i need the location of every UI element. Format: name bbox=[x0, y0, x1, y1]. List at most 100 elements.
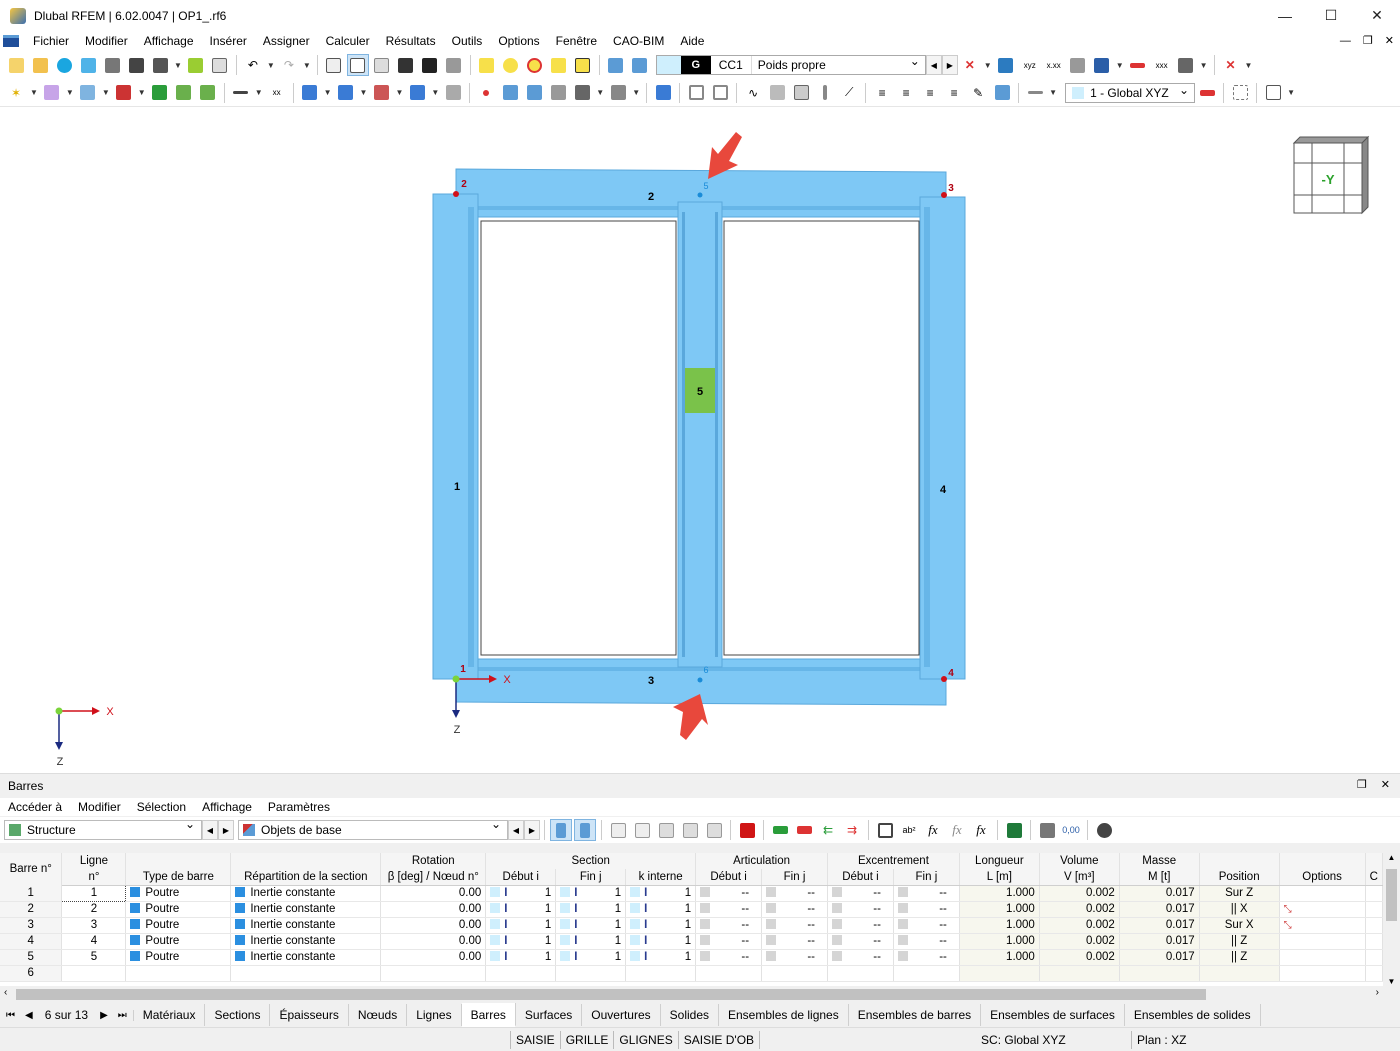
table-add-icon[interactable] bbox=[631, 819, 653, 841]
dimension-icon[interactable]: xxx bbox=[1151, 54, 1173, 76]
cell-type[interactable]: Poutre bbox=[125, 949, 232, 966]
menu-fichier[interactable]: Fichier bbox=[25, 31, 77, 51]
rotate-icon[interactable] bbox=[370, 82, 392, 104]
view-box-icon[interactable] bbox=[1262, 82, 1284, 104]
tab-epaisseurs[interactable]: Épaisseurs bbox=[270, 1004, 349, 1026]
cell-longueur[interactable]: 1.000 bbox=[959, 949, 1040, 966]
cell-volume[interactable]: 0.002 bbox=[1039, 933, 1120, 950]
coordinate-system-select[interactable]: 1 - Global XYZ ⌄ bbox=[1065, 82, 1196, 103]
menu-aide[interactable]: Aide bbox=[672, 31, 712, 51]
delete-icon[interactable] bbox=[736, 819, 758, 841]
cell-type[interactable]: Poutre bbox=[125, 933, 232, 950]
cell-ligne[interactable]: 4 bbox=[61, 933, 127, 950]
xyz-values-icon[interactable]: x.xx bbox=[1043, 54, 1065, 76]
cell-exc-debut[interactable]: -- bbox=[827, 885, 894, 902]
structure-prev-button[interactable]: ◀ bbox=[202, 820, 218, 840]
load-case-selector[interactable]: G CC1 Poids propre bbox=[655, 52, 926, 75]
table-horizontal-scrollbar[interactable]: ‹ › bbox=[0, 986, 1383, 1003]
cell-masse[interactable]: 0.017 bbox=[1119, 885, 1200, 902]
frame-icon[interactable] bbox=[685, 82, 707, 104]
document-icon[interactable] bbox=[3, 35, 19, 47]
script-icon[interactable] bbox=[419, 54, 441, 76]
tab-ensembles-de-solides[interactable]: Ensembles de solides bbox=[1124, 1004, 1261, 1026]
move-icon[interactable] bbox=[299, 82, 321, 104]
menu-options[interactable]: Options bbox=[490, 31, 547, 51]
axis-icon[interactable] bbox=[814, 82, 836, 104]
cell-position[interactable]: Sur Z bbox=[1199, 885, 1280, 902]
cell-section-debut[interactable]: I1 bbox=[485, 901, 557, 918]
arrow-left-icon[interactable]: ⇇ bbox=[817, 819, 839, 841]
formula-icon[interactable]: fx bbox=[922, 819, 944, 841]
menu-affichage[interactable]: Affichage bbox=[136, 31, 202, 51]
status-saisie-ob[interactable]: SAISIE D'OB bbox=[679, 1030, 761, 1049]
cell-position[interactable]: Sur X bbox=[1199, 917, 1280, 934]
cell-masse[interactable]: 0.017 bbox=[1119, 901, 1200, 918]
cell-art-fin[interactable]: -- bbox=[761, 949, 828, 966]
cell-section-interne[interactable] bbox=[625, 965, 697, 982]
reset-icon[interactable]: ✕ bbox=[1220, 54, 1242, 76]
cell-volume[interactable]: 0.002 bbox=[1039, 949, 1120, 966]
xyz-display-icon[interactable]: xyz bbox=[1019, 54, 1041, 76]
cell-exc-debut[interactable]: -- bbox=[827, 917, 894, 934]
cell-exc-fin[interactable]: -- bbox=[893, 901, 960, 918]
solid-display-icon[interactable] bbox=[1067, 54, 1089, 76]
cell-volume[interactable]: 0.002 bbox=[1039, 885, 1120, 902]
cell-section-interne[interactable]: I1 bbox=[625, 901, 697, 918]
cell-section-fin[interactable]: I1 bbox=[555, 885, 627, 902]
scroll-left-icon[interactable]: ‹ bbox=[4, 987, 7, 998]
node-3-dot[interactable] bbox=[941, 192, 947, 198]
table-star-icon[interactable] bbox=[679, 819, 701, 841]
menu-inserer[interactable]: Insérer bbox=[202, 31, 255, 51]
measure-icon[interactable] bbox=[1127, 54, 1149, 76]
cell-exc-fin[interactable]: -- bbox=[893, 933, 960, 950]
cell-section-debut[interactable] bbox=[485, 965, 557, 982]
tab-ensembles-de-lignes[interactable]: Ensembles de lignes bbox=[719, 1004, 849, 1026]
report-icon[interactable] bbox=[185, 54, 207, 76]
window-icon[interactable] bbox=[874, 819, 896, 841]
comment-icon[interactable] bbox=[548, 54, 570, 76]
cell-section-debut[interactable]: I1 bbox=[485, 949, 557, 966]
cell-exc-fin[interactable]: -- bbox=[893, 885, 960, 902]
target-icon[interactable] bbox=[524, 54, 546, 76]
support-icon[interactable] bbox=[995, 54, 1017, 76]
rename-icon[interactable]: ab² bbox=[898, 819, 920, 841]
cell-section-fin[interactable]: I1 bbox=[555, 949, 627, 966]
col-longueur[interactable]: L [m] bbox=[959, 869, 1040, 886]
cell-exc-debut[interactable]: -- bbox=[827, 949, 894, 966]
document-list-icon[interactable] bbox=[209, 54, 231, 76]
status-saisie[interactable]: SAISIE bbox=[510, 1030, 561, 1049]
col-c[interactable]: C bbox=[1365, 869, 1383, 886]
text-box-icon[interactable] bbox=[572, 54, 594, 76]
cell-masse[interactable]: 0.017 bbox=[1119, 933, 1200, 950]
cell-section-interne[interactable]: I1 bbox=[625, 917, 697, 934]
pin-icon[interactable] bbox=[607, 82, 629, 104]
dlubal-center-icon[interactable] bbox=[53, 54, 75, 76]
align-1-icon[interactable]: ≡ bbox=[871, 82, 893, 104]
cell-rotation[interactable]: 0.00 bbox=[380, 917, 487, 934]
person-icon[interactable] bbox=[149, 82, 171, 104]
cell-rotation[interactable] bbox=[380, 965, 487, 982]
menu-modifier[interactable]: Modifier bbox=[77, 31, 136, 51]
status-grille[interactable]: GRILLE bbox=[561, 1030, 615, 1049]
cell-type[interactable]: Poutre bbox=[125, 885, 232, 902]
row-number[interactable]: 4 bbox=[0, 933, 63, 950]
cell-art-fin[interactable]: -- bbox=[761, 901, 828, 918]
close-button[interactable]: ✕ bbox=[1354, 0, 1400, 31]
node-6-dot[interactable] bbox=[697, 677, 703, 683]
cell-longueur[interactable]: 1.000 bbox=[959, 885, 1040, 902]
table-row[interactable]: 2 2 Poutre Inertie constante 0.00 I 1 I 1 I 1 -- -- -… bbox=[0, 901, 1383, 918]
line-tool-icon[interactable] bbox=[41, 82, 63, 104]
extrude-icon[interactable] bbox=[547, 82, 569, 104]
cell-volume[interactable]: 0.002 bbox=[1039, 917, 1120, 934]
cell-exc-fin[interactable] bbox=[893, 965, 960, 982]
webservice-icon[interactable] bbox=[77, 54, 99, 76]
cut-icon[interactable] bbox=[571, 82, 593, 104]
menu-resultats[interactable]: Résultats bbox=[378, 31, 444, 51]
cell-rotation[interactable]: 0.00 bbox=[380, 901, 487, 918]
cell-type[interactable]: Poutre bbox=[125, 917, 232, 934]
cell-repartition[interactable]: Inertie constante bbox=[230, 901, 382, 918]
cell-masse[interactable]: 0.017 bbox=[1119, 917, 1200, 934]
cell-position[interactable]: || Z bbox=[1199, 933, 1280, 950]
print-icon[interactable] bbox=[149, 54, 171, 76]
table-row[interactable]: 4 4 Poutre Inertie constante 0.00 I 1 I 1 I 1 -- -- -… bbox=[0, 933, 1383, 950]
